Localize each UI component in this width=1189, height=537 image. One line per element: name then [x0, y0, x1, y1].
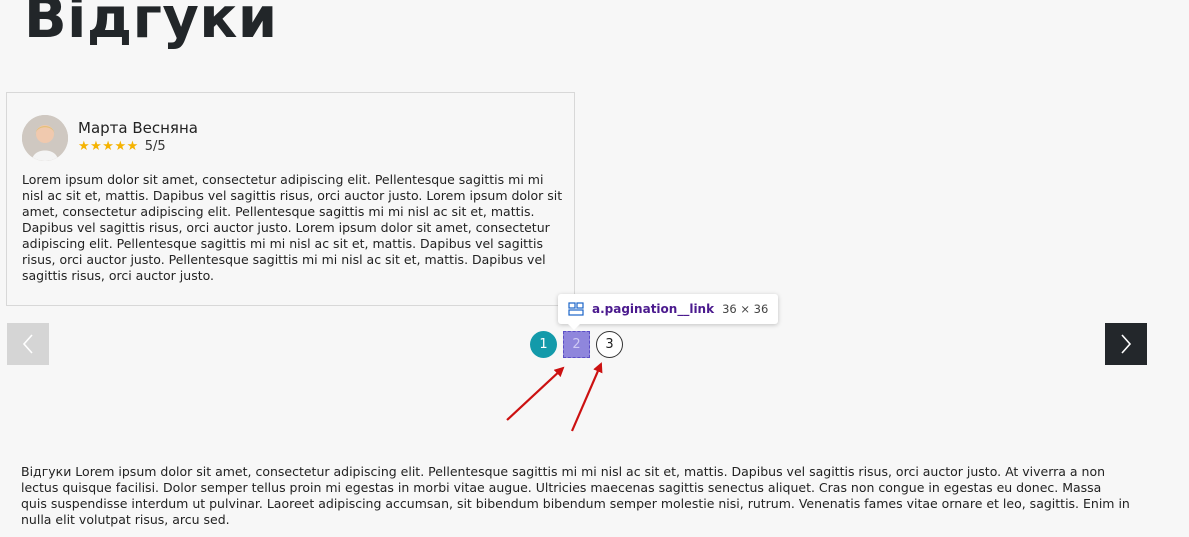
avatar-image — [22, 115, 68, 161]
page: Відгуки Марта Весняна ★★★★★ 5/5 Lorem ip… — [0, 0, 1189, 537]
chevron-left-icon — [22, 334, 33, 354]
avatar — [22, 115, 68, 161]
annotation-arrow-2 — [570, 362, 603, 432]
pagination-link-1[interactable]: 1 — [530, 331, 557, 358]
slider-next-button[interactable] — [1105, 323, 1147, 365]
rating-value: 5/5 — [144, 139, 166, 154]
inspector-selector: a.pagination__link — [592, 302, 715, 316]
review-card: Марта Весняна ★★★★★ 5/5 Lorem ipsum dolo… — [6, 92, 575, 306]
pagination-link-3[interactable]: 3 — [596, 331, 623, 358]
seo-text: Відгуки Lorem ipsum dolor sit amet, cons… — [21, 464, 1130, 527]
review-text: Lorem ipsum dolor sit amet, consectetur … — [22, 172, 563, 283]
pagination-link-2[interactable]: 2 — [563, 331, 590, 358]
slider-prev-button[interactable] — [7, 323, 49, 365]
pagination: 1 2 3 — [530, 331, 623, 358]
annotation-arrow-1 — [506, 366, 565, 421]
reviewer-name: Марта Весняна — [78, 119, 198, 137]
chevron-right-icon — [1121, 334, 1132, 354]
inspector-tooltip: a.pagination__link 36 × 36 — [558, 294, 779, 330]
flex-layout-icon — [568, 302, 584, 316]
inspector-size: 36 × 36 — [722, 302, 769, 316]
rating: ★★★★★ 5/5 — [78, 139, 166, 154]
star-rating-icon: ★★★★★ — [78, 139, 139, 154]
page-title: Відгуки — [24, 0, 278, 51]
